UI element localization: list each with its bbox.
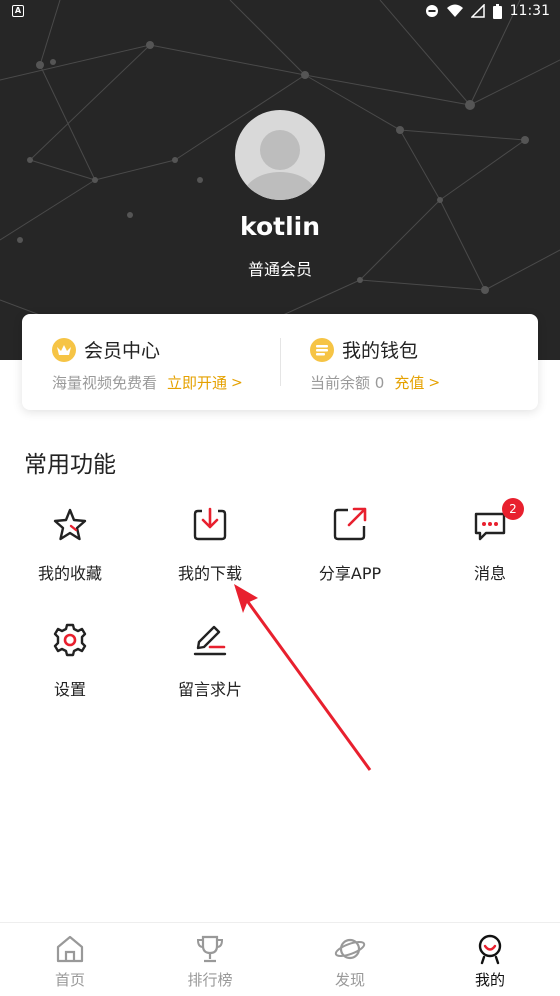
nav-discover[interactable]: 发现 <box>280 923 420 996</box>
chevron-right-icon: > <box>428 374 441 391</box>
wallet-coin-icon <box>310 337 334 362</box>
vip-title: 会员中心 <box>84 340 161 362</box>
recharge-link[interactable]: 充值 <box>394 372 424 393</box>
trophy-icon <box>196 935 224 963</box>
bottom-nav: 首页 排行榜 发现 我的 <box>0 922 560 996</box>
status-bar: A 11:31 <box>0 0 560 24</box>
card-divider <box>280 338 281 386</box>
settings-button[interactable]: 设置 <box>0 622 140 722</box>
share-icon <box>333 507 367 541</box>
star-icon <box>53 508 87 541</box>
planet-icon <box>334 938 366 960</box>
wallet-balance: 当前余额 0 <box>310 374 385 392</box>
notification-a-icon: A <box>12 5 24 17</box>
vip-open-link[interactable]: 立即开通 <box>167 372 227 393</box>
profile-header: A 11:31 kotlin 普通会员 <box>0 0 560 360</box>
member-level: 普通会员 <box>247 260 312 279</box>
messages-button[interactable]: 2 消息 <box>420 498 560 606</box>
nav-home[interactable]: 首页 <box>0 923 140 996</box>
battery-icon <box>492 3 502 19</box>
downloads-button[interactable]: 我的下载 <box>140 506 280 606</box>
membership-card: 会员中心 海量视频免费看 立即开通 > 我的钱包 当前余额 0 充值 > <box>22 314 538 410</box>
crown-icon <box>52 337 76 362</box>
nav-mine[interactable]: 我的 <box>420 923 560 996</box>
share-app-button[interactable]: 分享APP <box>280 506 420 606</box>
status-time: 11:31 <box>509 3 550 19</box>
username: kotlin <box>239 212 321 241</box>
edit-icon <box>193 625 227 656</box>
favorites-button[interactable]: 我的收藏 <box>0 506 140 606</box>
chevron-right-icon: > <box>231 374 243 391</box>
download-icon <box>193 507 227 541</box>
vip-subtitle: 海量视频免费看 <box>52 374 158 392</box>
wallet-title: 我的钱包 <box>342 340 419 362</box>
gear-icon <box>53 623 87 657</box>
vip-center[interactable]: 会员中心 海量视频免费看 立即开通 > <box>52 314 282 410</box>
profile-icon <box>478 934 502 965</box>
dnd-icon <box>425 5 438 17</box>
nav-ranking[interactable]: 排行榜 <box>140 923 280 996</box>
wallet[interactable]: 我的钱包 当前余额 0 充值 > <box>310 314 520 410</box>
signal-icon <box>470 4 485 18</box>
profile-page: A 11:31 kotlin 普通会员 会员中心 海量视频免费看 立即开通 > … <box>0 0 560 996</box>
avatar[interactable] <box>235 110 325 200</box>
message-badge: 2 <box>502 498 524 520</box>
home-icon <box>56 935 84 963</box>
request-movie-button[interactable]: 留言求片 <box>140 622 280 722</box>
wifi-icon <box>446 4 463 17</box>
section-title: 常用功能 <box>24 452 116 478</box>
